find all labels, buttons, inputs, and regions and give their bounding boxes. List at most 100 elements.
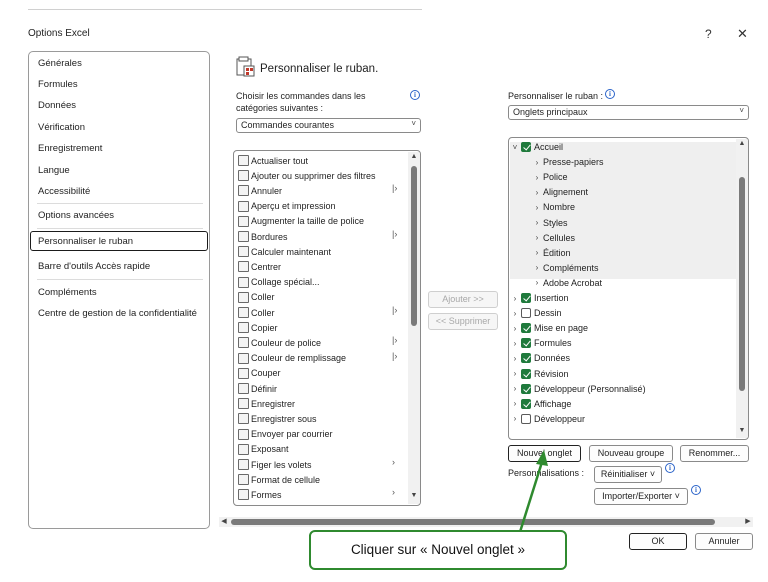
scroll-thumb[interactable]: [411, 166, 417, 326]
nav-item-accessibilite[interactable]: Accessibilité: [38, 186, 90, 197]
command-item[interactable]: Enregistrer: [238, 396, 295, 411]
command-item[interactable]: Couleur de police: [238, 335, 321, 350]
tab-checkbox[interactable]: [521, 383, 531, 394]
chevron-right-icon[interactable]: ›: [511, 384, 519, 393]
command-item[interactable]: Aperçu et impression: [238, 199, 336, 214]
nav-item-formules[interactable]: Formules: [38, 79, 78, 90]
chevron-right-icon[interactable]: ›: [511, 399, 519, 408]
command-item[interactable]: Coller: [238, 290, 275, 305]
ribbon-tab-node[interactable]: › Développeur: [511, 412, 585, 426]
tab-checkbox[interactable]: [521, 293, 531, 303]
chevron-right-icon[interactable]: ›: [511, 294, 519, 303]
command-item[interactable]: Collage spécial...: [238, 275, 320, 290]
nav-item-donnees[interactable]: Données: [38, 100, 76, 111]
tab-checkbox[interactable]: [521, 308, 531, 319]
tab-checkbox[interactable]: [521, 368, 531, 379]
nav-item-enregistrement[interactable]: Enregistrement: [38, 143, 102, 154]
tab-checkbox[interactable]: [521, 353, 531, 364]
chevron-right-icon[interactable]: ›: [511, 369, 519, 378]
ribbon-group-node[interactable]: › Adobe Acrobat: [533, 276, 602, 290]
chevron-right-icon[interactable]: ›: [533, 278, 541, 287]
info-icon[interactable]: i: [691, 485, 701, 495]
tab-checkbox[interactable]: [521, 413, 531, 424]
new-group-button[interactable]: Nouveau groupe: [589, 445, 673, 462]
ribbon-tab-node[interactable]: › Révision: [511, 367, 569, 381]
chevron-right-icon[interactable]: ›: [533, 188, 541, 197]
chevron-right-icon[interactable]: ›: [511, 414, 519, 423]
scroll-thumb[interactable]: [739, 177, 745, 391]
chevron-right-icon[interactable]: ›: [533, 158, 541, 167]
ribbon-group-node[interactable]: › Cellules: [533, 231, 575, 245]
chevron-right-icon[interactable]: ›: [511, 309, 519, 318]
command-item[interactable]: Copier: [238, 320, 278, 335]
chevron-right-icon[interactable]: ›: [511, 354, 519, 363]
nav-item-barre-acces-rapide[interactable]: Barre d'outils Accès rapide: [38, 261, 150, 272]
chevron-right-icon[interactable]: ›: [511, 324, 519, 333]
horizontal-scroll-thumb[interactable]: [231, 519, 715, 525]
scroll-left-arrow-icon[interactable]: ◀: [219, 517, 229, 525]
tab-checkbox[interactable]: [521, 142, 531, 152]
import-export-button[interactable]: Importer/Exporter ˅: [594, 488, 688, 505]
chevron-right-icon[interactable]: ›: [533, 233, 541, 242]
nav-item-options-avancees[interactable]: Options avancées: [38, 210, 114, 221]
scroll-right-arrow-icon[interactable]: ▶: [743, 517, 753, 525]
command-item[interactable]: Actualiser tout: [238, 153, 308, 168]
command-item[interactable]: Augmenter la taille de police: [238, 214, 364, 229]
command-item[interactable]: Figer les volets: [238, 457, 312, 472]
add-button[interactable]: Ajouter >>: [428, 291, 498, 308]
command-item[interactable]: Couleur de remplissage: [238, 351, 346, 366]
command-item[interactable]: Annuler: [238, 183, 282, 198]
info-icon[interactable]: i: [665, 463, 675, 473]
nav-item-complements[interactable]: Compléments: [38, 287, 97, 298]
ok-button[interactable]: OK: [629, 533, 687, 550]
tab-checkbox[interactable]: [521, 338, 531, 349]
chevron-right-icon[interactable]: ›: [533, 263, 541, 272]
nav-item-personnaliser-ruban[interactable]: Personnaliser le ruban: [38, 236, 133, 247]
help-button[interactable]: ?: [705, 27, 712, 41]
nav-item-generales[interactable]: Générales: [38, 58, 82, 69]
chevron-right-icon[interactable]: ›: [533, 248, 541, 257]
chevron-right-icon[interactable]: ›: [533, 203, 541, 212]
ribbon-group-node[interactable]: › Compléments: [533, 261, 599, 275]
tree-scrollbar[interactable]: ▲ ▼: [736, 139, 748, 438]
tab-checkbox[interactable]: [521, 398, 531, 409]
nav-item-verification[interactable]: Vérification: [38, 122, 85, 133]
ribbon-tab-node[interactable]: ˅ Accueil: [511, 140, 563, 154]
command-item[interactable]: Enregistrer sous: [238, 411, 317, 426]
ribbon-group-node[interactable]: › Édition: [533, 246, 571, 260]
ribbon-group-node[interactable]: › Nombre: [533, 200, 575, 214]
ribbon-tab-node[interactable]: › Données: [511, 351, 570, 365]
commands-list-scrollbar[interactable]: ▲ ▼: [408, 152, 420, 504]
cancel-button[interactable]: Annuler: [695, 533, 753, 550]
command-item[interactable]: Coller: [238, 305, 275, 320]
ribbon-group-node[interactable]: › Police: [533, 170, 568, 184]
remove-button[interactable]: << Supprimer: [428, 313, 498, 330]
chevron-right-icon[interactable]: ›: [533, 173, 541, 182]
scroll-down-arrow-icon[interactable]: ▼: [736, 427, 748, 434]
tab-checkbox[interactable]: [521, 323, 531, 334]
scroll-up-arrow-icon[interactable]: ▲: [736, 140, 748, 147]
ribbon-tab-node[interactable]: › Formules: [511, 336, 572, 350]
ribbon-tab-node[interactable]: › Affichage: [511, 397, 571, 411]
chevron-right-icon[interactable]: ›: [511, 339, 519, 348]
ribbon-group-node[interactable]: › Presse-papiers: [533, 155, 604, 169]
commands-list[interactable]: Actualiser tout Ajouter ou supprimer des …: [233, 150, 421, 506]
commands-category-select[interactable]: Commandes courantes ˅: [236, 118, 421, 133]
command-item[interactable]: Calculer maintenant: [238, 244, 331, 259]
command-item[interactable]: Couper: [238, 366, 281, 381]
chevron-right-icon[interactable]: ›: [533, 218, 541, 227]
horizontal-scrollbar[interactable]: ◀ ▶: [219, 517, 753, 527]
nav-item-centre-confidentialite[interactable]: Centre de gestion de la confidentialité: [38, 308, 197, 319]
ribbon-tab-node[interactable]: › Dessin: [511, 306, 562, 320]
command-item[interactable]: Définir: [238, 381, 277, 396]
command-item[interactable]: Format de cellule: [238, 472, 320, 487]
rename-button[interactable]: Renommer...: [680, 445, 749, 462]
reset-button[interactable]: Réinitialiser ˅: [594, 466, 662, 483]
scroll-down-arrow-icon[interactable]: ▼: [408, 492, 420, 499]
ribbon-tab-node[interactable]: › Insertion: [511, 291, 569, 305]
ribbon-tabs-tree[interactable]: ˅ Accueil › Presse-papiers › Police › Alignemen…: [508, 137, 749, 440]
command-item[interactable]: Formes: [238, 487, 282, 502]
nav-item-langue[interactable]: Langue: [38, 165, 70, 176]
command-item[interactable]: Envoyer par courrier: [238, 427, 333, 442]
command-item[interactable]: Bordures: [238, 229, 288, 244]
